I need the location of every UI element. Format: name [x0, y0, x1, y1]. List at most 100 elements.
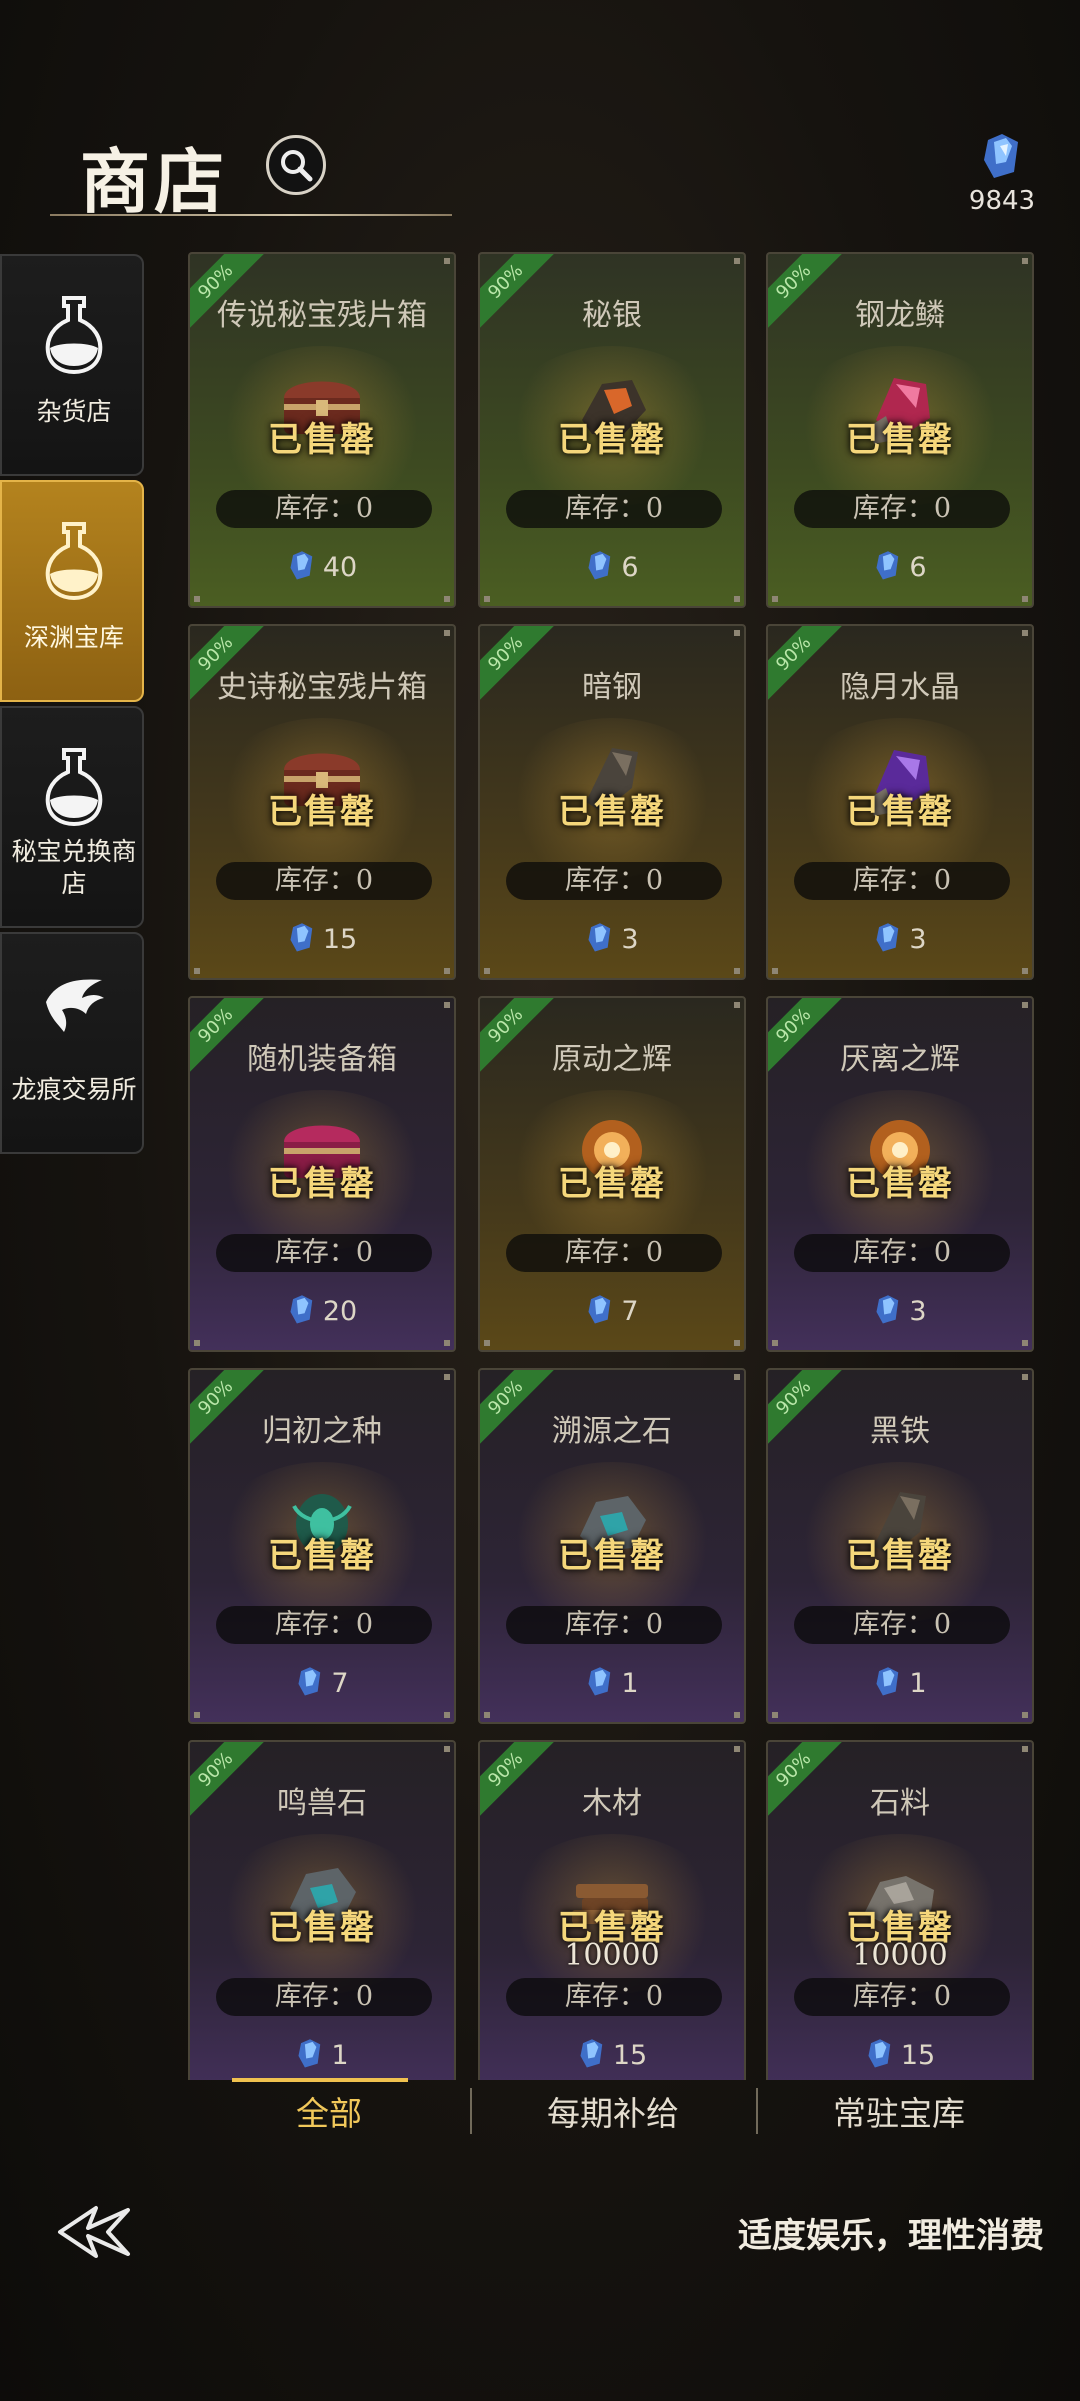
shop-item-card[interactable]: 90% 原动之辉 已售罄 库存：0 7 — [478, 996, 746, 1352]
stock-label: 库存：0 — [794, 1234, 1010, 1272]
shop-item-card[interactable]: 90% 石料 已售罄 10000 库存：0 15 — [766, 1740, 1034, 2080]
tab-periodic-supply[interactable]: 每期补给 — [472, 2082, 754, 2146]
card-corner-ornament — [772, 596, 778, 602]
card-corner-ornament — [772, 1340, 778, 1346]
tab-all[interactable]: 全部 — [188, 2082, 470, 2146]
item-name: 厌离之辉 — [840, 1042, 960, 1077]
shop-item-card[interactable]: 90% 黑铁 已售罄 库存：0 1 — [766, 1368, 1034, 1724]
search-icon — [281, 150, 313, 182]
blue-crystal-icon — [588, 923, 611, 952]
sidebar-item-label: 杂货店 — [36, 397, 112, 426]
card-corner-ornament — [444, 1712, 450, 1718]
card-corner-ornament — [734, 596, 740, 602]
stock-label: 库存：0 — [216, 1978, 432, 2016]
blue-crystal-icon — [984, 134, 1018, 178]
shop-item-card[interactable]: 90% 史诗秘宝残片箱 已售罄 库存：0 15 — [188, 624, 456, 980]
currency-amount: 9843 — [968, 186, 1036, 216]
responsible-gaming-notice: 适度娱乐，理性消费 — [738, 2216, 1044, 2256]
card-corner-ornament — [194, 1712, 200, 1718]
stock-label: 库存：0 — [794, 862, 1010, 900]
item-price: 15 — [768, 2038, 1032, 2071]
card-corner-ornament — [444, 1746, 450, 1752]
sold-out-label: 已售罄 — [558, 420, 666, 460]
price-value: 1 — [621, 1668, 639, 1699]
item-price: 20 — [190, 1294, 454, 1327]
page-title: 商店 — [80, 140, 228, 223]
shop-item-card[interactable]: 90% 随机装备箱 已售罄 库存：0 20 — [188, 996, 456, 1352]
shop-item-card[interactable]: 90% 木材 已售罄 10000 库存：0 15 — [478, 1740, 746, 2080]
stock-label: 库存：0 — [216, 490, 432, 528]
potion-flask-icon — [45, 296, 103, 374]
tab-permanent-vault[interactable]: 常驻宝库 — [758, 2082, 1040, 2146]
stock-label: 库存：0 — [794, 1606, 1010, 1644]
card-corner-ornament — [444, 258, 450, 264]
card-corner-ornament — [734, 630, 740, 636]
shop-sidebar: 杂货店 深渊宝库 秘宝兑换商店 龙痕交易所 — [0, 254, 146, 1158]
shop-item-card[interactable]: 90% 传说秘宝残片箱 已售罄 库存：0 40 — [188, 252, 456, 608]
stock-label: 库存：0 — [506, 1978, 722, 2016]
item-price: 1 — [190, 2038, 454, 2071]
item-name: 鸣兽石 — [277, 1786, 367, 1821]
sidebar-item-general-store[interactable]: 杂货店 — [0, 254, 144, 476]
shop-item-card[interactable]: 90% 溯源之石 已售罄 库存：0 1 — [478, 1368, 746, 1724]
blue-crystal-icon — [876, 923, 899, 952]
currency-display[interactable]: 9843 — [962, 132, 1042, 216]
card-corner-ornament — [484, 968, 490, 974]
card-corner-ornament — [484, 596, 490, 602]
price-value: 3 — [909, 924, 927, 955]
shop-item-card[interactable]: 90% 钢龙鳞 已售罄 库存：0 6 — [766, 252, 1034, 608]
shop-item-card[interactable]: 90% 厌离之辉 已售罄 库存：0 3 — [766, 996, 1034, 1352]
sidebar-item-treasure-exchange[interactable]: 秘宝兑换商店 — [0, 706, 144, 928]
title-underline — [50, 214, 452, 216]
price-value: 3 — [621, 924, 639, 955]
card-corner-ornament — [1022, 596, 1028, 602]
blue-crystal-icon — [290, 1295, 313, 1324]
sidebar-item-label: 深渊宝库 — [23, 623, 124, 652]
blue-crystal-icon — [290, 923, 313, 952]
sidebar-item-label: 秘宝兑换商店 — [11, 837, 137, 898]
item-price: 3 — [480, 922, 744, 955]
item-price: 15 — [480, 2038, 744, 2071]
card-corner-ornament — [484, 1712, 490, 1718]
price-value: 40 — [322, 552, 358, 583]
item-price: 7 — [190, 1666, 454, 1699]
shop-item-card[interactable]: 90% 秘银 已售罄 库存：0 6 — [478, 252, 746, 608]
back-button[interactable] — [56, 2200, 136, 2264]
blue-crystal-icon — [298, 2039, 321, 2068]
item-quantity: 10000 — [564, 1938, 660, 1973]
item-name: 史诗秘宝残片箱 — [217, 670, 427, 705]
price-value: 6 — [621, 552, 639, 583]
shop-item-card[interactable]: 90% 鸣兽石 已售罄 库存：0 1 — [188, 1740, 456, 2080]
card-corner-ornament — [444, 968, 450, 974]
shop-item-card[interactable]: 90% 隐月水晶 已售罄 库存：0 3 — [766, 624, 1034, 980]
potion-flask-icon — [45, 748, 103, 826]
price-value: 1 — [909, 1668, 927, 1699]
stock-label: 库存：0 — [506, 1234, 722, 1272]
shop-item-card[interactable]: 90% 暗钢 已售罄 库存：0 3 — [478, 624, 746, 980]
card-corner-ornament — [194, 596, 200, 602]
card-corner-ornament — [772, 1712, 778, 1718]
card-corner-ornament — [734, 1002, 740, 1008]
blue-crystal-icon — [298, 1667, 321, 1696]
card-corner-ornament — [1022, 1712, 1028, 1718]
blue-crystal-icon — [868, 2039, 891, 2068]
item-price: 7 — [480, 1294, 744, 1327]
card-corner-ornament — [444, 1374, 450, 1380]
sidebar-item-dragon-mark-exchange[interactable]: 龙痕交易所 — [0, 932, 144, 1154]
item-name: 秘银 — [582, 298, 642, 333]
card-corner-ornament — [734, 1340, 740, 1346]
card-corner-ornament — [1022, 258, 1028, 264]
stock-label: 库存：0 — [506, 1606, 722, 1644]
price-value: 7 — [331, 1668, 349, 1699]
shop-item-card[interactable]: 90% 归初之种 已售罄 库存：0 7 — [188, 1368, 456, 1724]
search-button[interactable] — [266, 135, 326, 195]
item-price: 6 — [768, 550, 1032, 583]
blue-crystal-icon — [290, 551, 313, 580]
sidebar-item-abyss-vault[interactable]: 深渊宝库 — [0, 480, 144, 702]
item-price: 3 — [768, 1294, 1032, 1327]
back-arrow-icon — [58, 2206, 130, 2258]
item-name: 传说秘宝残片箱 — [217, 298, 427, 333]
price-value: 15 — [322, 924, 358, 955]
item-name: 隐月水晶 — [840, 670, 960, 705]
price-value: 6 — [909, 552, 927, 583]
